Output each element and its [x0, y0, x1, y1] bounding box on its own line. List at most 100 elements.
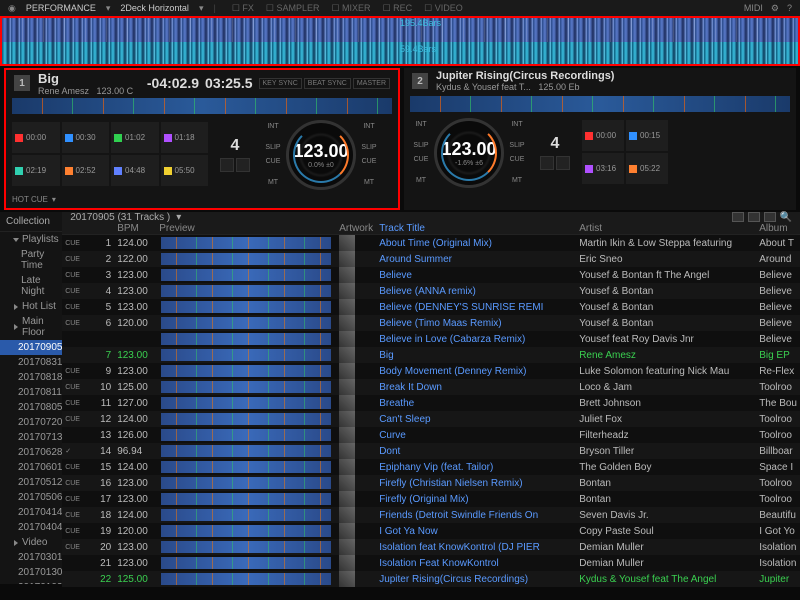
view-grid-icon[interactable] — [748, 212, 760, 222]
transport-MT[interactable]: MT — [364, 179, 374, 186]
sidebar-item-20170130[interactable]: 20170130 — [0, 565, 62, 580]
track-row[interactable]: CUE 2 122.00 Around Summer Eric Sneo Aro… — [62, 251, 800, 267]
sidebar-item-20170818[interactable]: 20170818 — [0, 370, 62, 385]
track-row[interactable]: CUE 9 123.00 Body Movement (Denney Remix… — [62, 363, 800, 379]
loop-prev-button[interactable] — [540, 156, 554, 170]
sidebar-item-20170831[interactable]: 20170831 — [0, 355, 62, 370]
transport-CUE[interactable]: CUE — [510, 156, 525, 163]
transport-SLIP[interactable]: SLIP — [361, 144, 376, 151]
track-row[interactable]: CUE 16 123.00 Firefly (Christian Nielsen… — [62, 475, 800, 491]
preview-waveform[interactable] — [161, 477, 331, 489]
hot-cue-A[interactable]: 00:00 — [582, 120, 624, 151]
sidebar-item-20170720[interactable]: 20170720 — [0, 415, 62, 430]
track-row[interactable]: CUE 11 127.00 Breathe Brett Johnson The … — [62, 395, 800, 411]
sidebar-item-20170301[interactable]: 20170301 — [0, 550, 62, 565]
preview-waveform[interactable] — [161, 333, 331, 345]
preview-waveform[interactable] — [161, 317, 331, 329]
preview-waveform[interactable] — [161, 557, 331, 569]
playlists-folder[interactable]: Playlists — [0, 232, 62, 247]
transport-MT[interactable]: MT — [268, 179, 278, 186]
track-row[interactable]: CUE 18 124.00 Friends (Detroit Swindle F… — [62, 507, 800, 523]
hot-cue-F[interactable]: 05:22 — [626, 153, 668, 184]
sidebar-item-20170102[interactable]: 20170102 — [0, 580, 62, 584]
loop-length[interactable]: 4 — [231, 137, 240, 155]
track-overview-waveform[interactable] — [12, 98, 392, 114]
search-icon[interactable]: 🔍 — [780, 212, 792, 223]
preview-waveform[interactable] — [161, 525, 331, 537]
preview-waveform[interactable] — [161, 381, 331, 393]
collection-header[interactable]: Collection — [0, 212, 62, 232]
loop-length[interactable]: 4 — [551, 135, 560, 153]
preview-waveform[interactable] — [161, 573, 331, 585]
preview-waveform[interactable] — [161, 349, 331, 361]
track-row[interactable]: CUE 15 124.00 Epiphany Vip (feat. Tailor… — [62, 459, 800, 475]
preview-waveform[interactable] — [161, 365, 331, 377]
transport-INT[interactable]: INT — [363, 123, 374, 130]
hot-cue-label[interactable]: HOT CUE — [12, 195, 48, 204]
jog-wheel[interactable]: 123.00 0.0% ±0 — [286, 120, 356, 190]
track-row[interactable]: CUE 17 123.00 Firefly (Original Mix) Bon… — [62, 491, 800, 507]
preview-waveform[interactable] — [161, 301, 331, 313]
preview-waveform[interactable] — [161, 397, 331, 409]
tab-rec[interactable]: ☐ REC — [383, 3, 413, 13]
hot-cue-C[interactable]: 01:02 — [111, 122, 159, 153]
sidebar-item-20170414[interactable]: 20170414 — [0, 505, 62, 520]
sidebar-item-Video[interactable]: Video — [0, 535, 62, 550]
main-waveform-area[interactable]: 195.4Bars 59.4Bars — [0, 16, 800, 66]
transport-SLIP[interactable]: SLIP — [509, 142, 524, 149]
flag[interactable]: BEAT SYNC — [304, 78, 351, 89]
flag[interactable]: MASTER — [353, 78, 390, 89]
track-overview-waveform[interactable] — [410, 96, 790, 112]
col-preview[interactable]: Preview — [156, 223, 336, 234]
preview-waveform[interactable] — [161, 269, 331, 281]
transport-SLIP[interactable]: SLIP — [413, 142, 428, 149]
sidebar-item-20170506[interactable]: 20170506 — [0, 490, 62, 505]
sidebar-item-20170713[interactable]: 20170713 — [0, 430, 62, 445]
sidebar-item-20170404[interactable]: 20170404 — [0, 520, 62, 535]
preview-waveform[interactable] — [161, 461, 331, 473]
transport-CUE[interactable]: CUE — [414, 156, 429, 163]
track-row[interactable]: CUE 12 124.00 Can't Sleep Juliet Fox Too… — [62, 411, 800, 427]
transport-INT[interactable]: INT — [511, 121, 522, 128]
hot-cue-D[interactable]: 01:18 — [161, 122, 209, 153]
track-row[interactable]: 22 125.00 Jupiter Rising(Circus Recordin… — [62, 571, 800, 587]
track-row[interactable]: CUE 20 123.00 Isolation feat KnowKontrol… — [62, 539, 800, 555]
tab-sampler[interactable]: ☐ SAMPLER — [266, 3, 320, 13]
hot-cue-B[interactable]: 00:30 — [62, 122, 110, 153]
preview-waveform[interactable] — [161, 253, 331, 265]
track-row[interactable]: CUE 1 124.00 About Time (Original Mix) M… — [62, 235, 800, 251]
track-row[interactable]: CUE 6 120.00 Believe (Timo Maas Remix) Y… — [62, 315, 800, 331]
preview-waveform[interactable] — [161, 445, 331, 457]
flag[interactable]: KEY SYNC — [259, 78, 302, 89]
tab-video[interactable]: ☐ VIDEO — [424, 3, 463, 13]
col-artist[interactable]: Artist — [576, 223, 756, 234]
transport-INT[interactable]: INT — [415, 121, 426, 128]
track-row[interactable]: CUE 10 125.00 Break It Down Loco & Jam T… — [62, 379, 800, 395]
loop-next-button[interactable] — [556, 156, 570, 170]
track-row[interactable]: Believe in Love (Cabarza Remix) Yousef f… — [62, 331, 800, 347]
hot-cue-B[interactable]: 00:15 — [626, 120, 668, 151]
track-row[interactable]: CUE 19 120.00 I Got Ya Now Copy Paste So… — [62, 523, 800, 539]
layout-selector[interactable]: PERFORMANCE — [26, 3, 96, 13]
sidebar-item-20170805[interactable]: 20170805 — [0, 400, 62, 415]
view-selector[interactable]: 2Deck Horizontal — [120, 3, 189, 13]
track-row[interactable]: ✓ 14 96.94 Dont Bryson Tiller Billboar — [62, 443, 800, 459]
preview-waveform[interactable] — [161, 429, 331, 441]
track-row[interactable]: 7 123.00 Big Rene Amesz Big EP — [62, 347, 800, 363]
col-artwork[interactable]: Artwork — [336, 223, 376, 234]
sidebar-item-20170811[interactable]: 20170811 — [0, 385, 62, 400]
sidebar-item-Party Time[interactable]: Party Time — [0, 247, 62, 273]
preview-waveform[interactable] — [161, 493, 331, 505]
col-album[interactable]: Album — [756, 223, 800, 234]
hot-cue-H[interactable]: 05:50 — [161, 155, 209, 186]
sidebar-item-Main Floor[interactable]: Main Floor — [0, 314, 62, 340]
transport-CUE[interactable]: CUE — [266, 158, 281, 165]
track-row[interactable]: CUE 5 123.00 Believe (DENNEY'S SUNRISE R… — [62, 299, 800, 315]
preview-waveform[interactable] — [161, 541, 331, 553]
midi-label[interactable]: MIDI — [744, 3, 763, 13]
jog-wheel[interactable]: 123.00 -1.6% ±6 — [434, 118, 504, 188]
tab-mixer[interactable]: ☐ MIXER — [331, 3, 370, 13]
help-icon[interactable]: ? — [787, 3, 792, 13]
hot-cue-F[interactable]: 02:52 — [62, 155, 110, 186]
hot-cue-E[interactable]: 02:19 — [12, 155, 60, 186]
